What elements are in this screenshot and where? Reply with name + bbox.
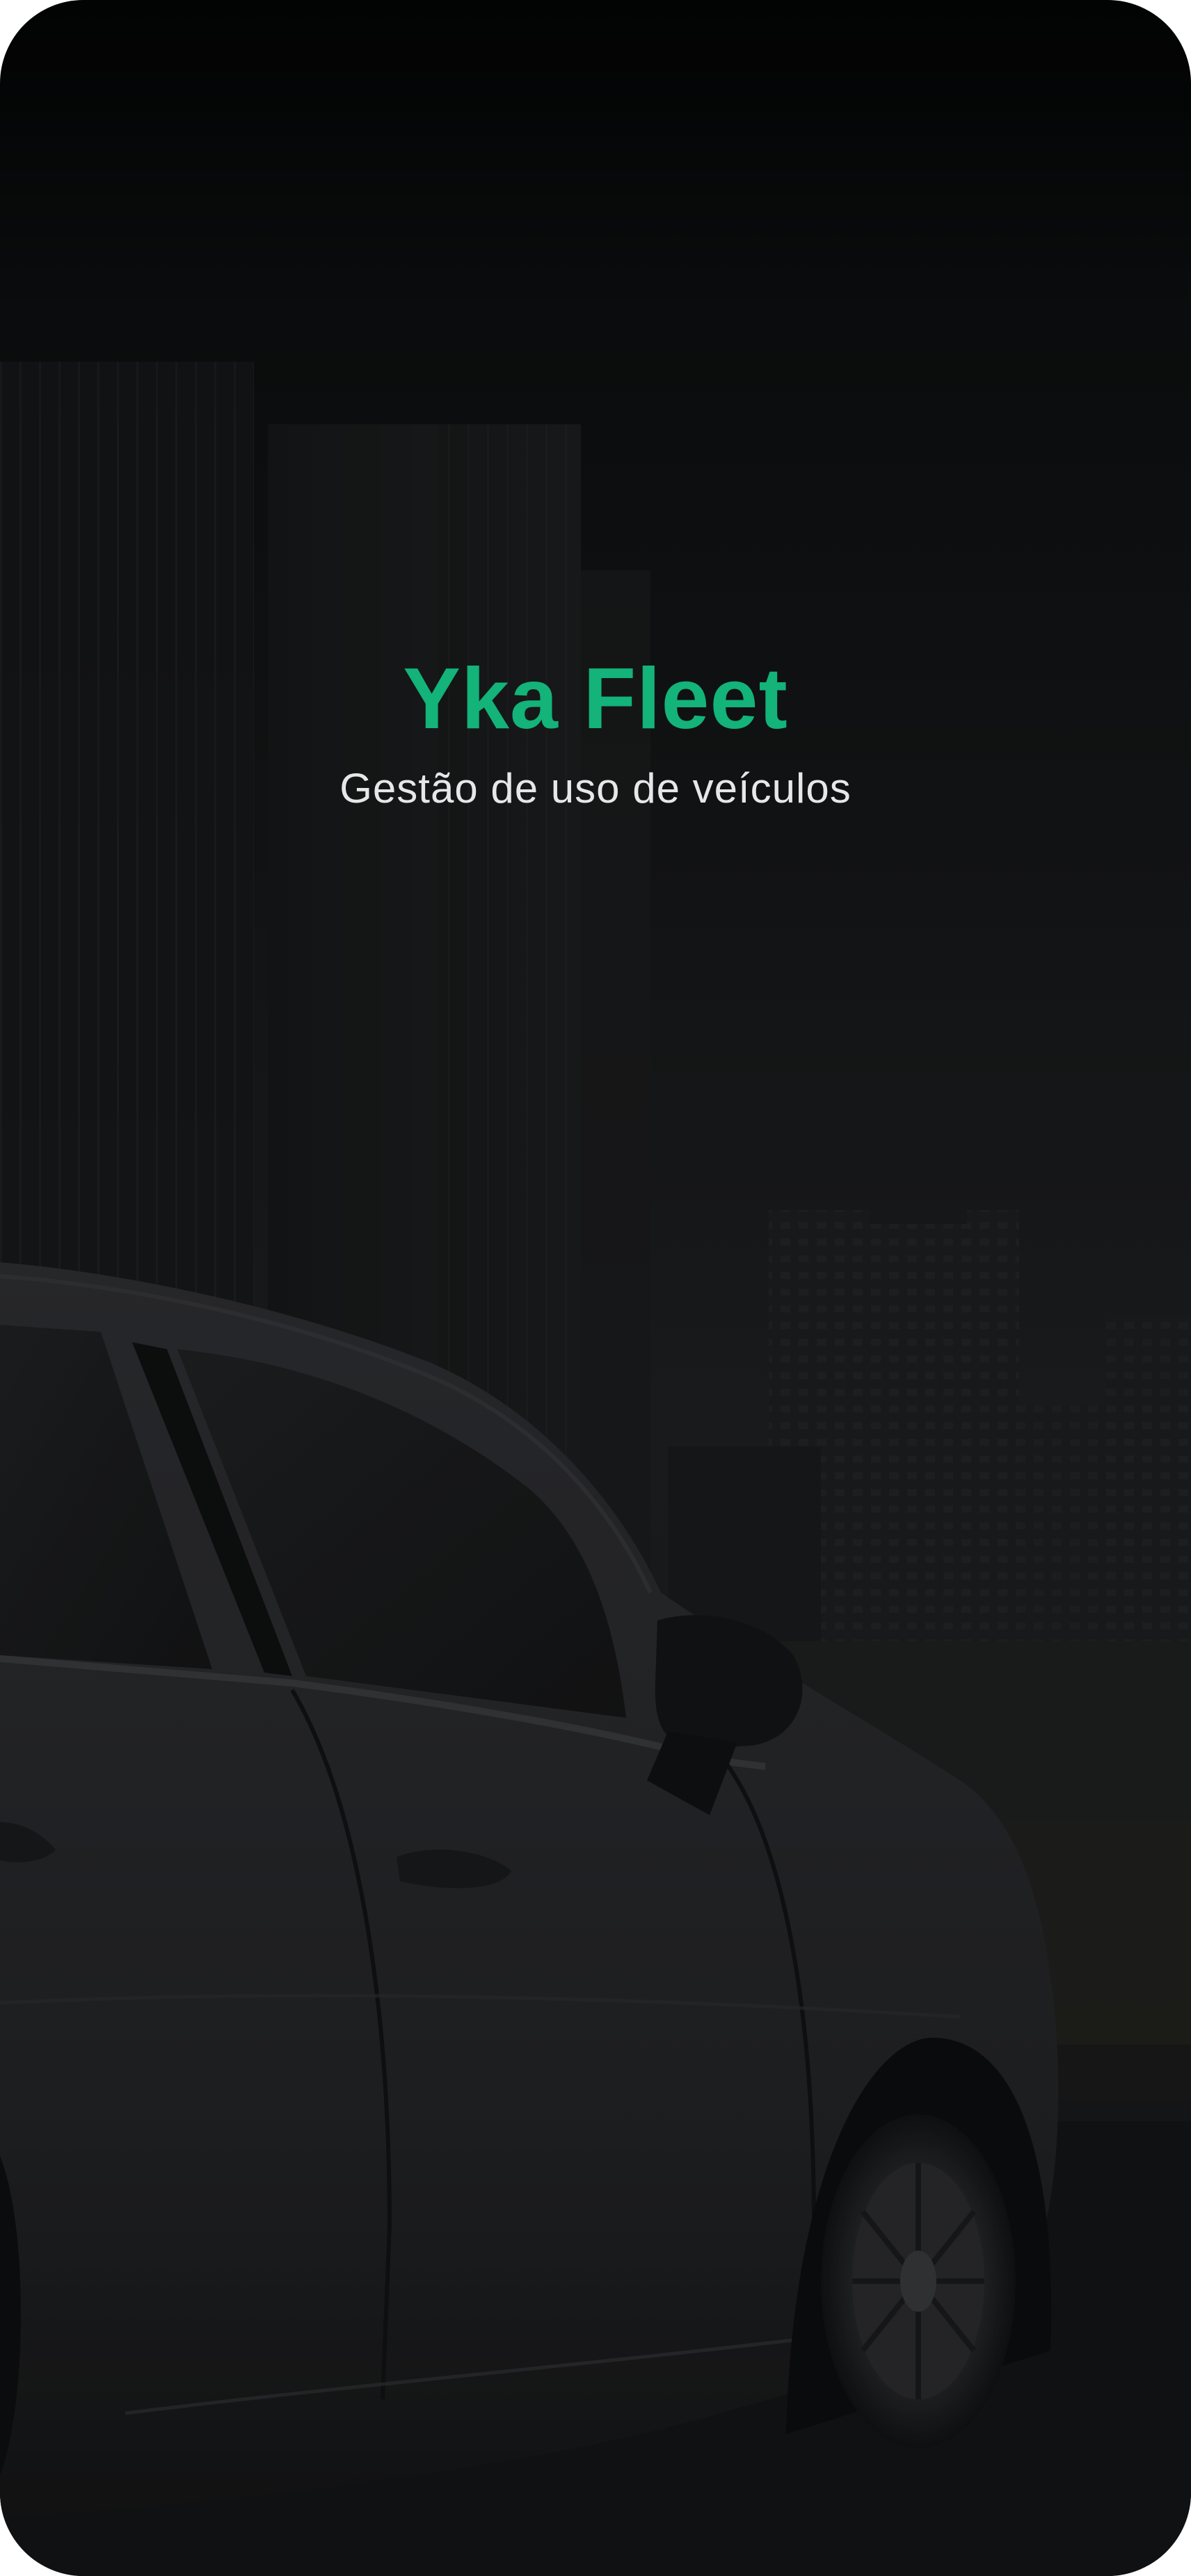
splash-screen: Yka Fleet Gestão de uso de veículos <box>0 0 1191 2576</box>
background-image-city-car <box>0 0 1191 2576</box>
splash-branding: Yka Fleet Gestão de uso de veículos <box>0 647 1191 816</box>
app-tagline: Gestão de uso de veículos <box>339 765 852 812</box>
app-title: Yka Fleet <box>403 651 788 747</box>
